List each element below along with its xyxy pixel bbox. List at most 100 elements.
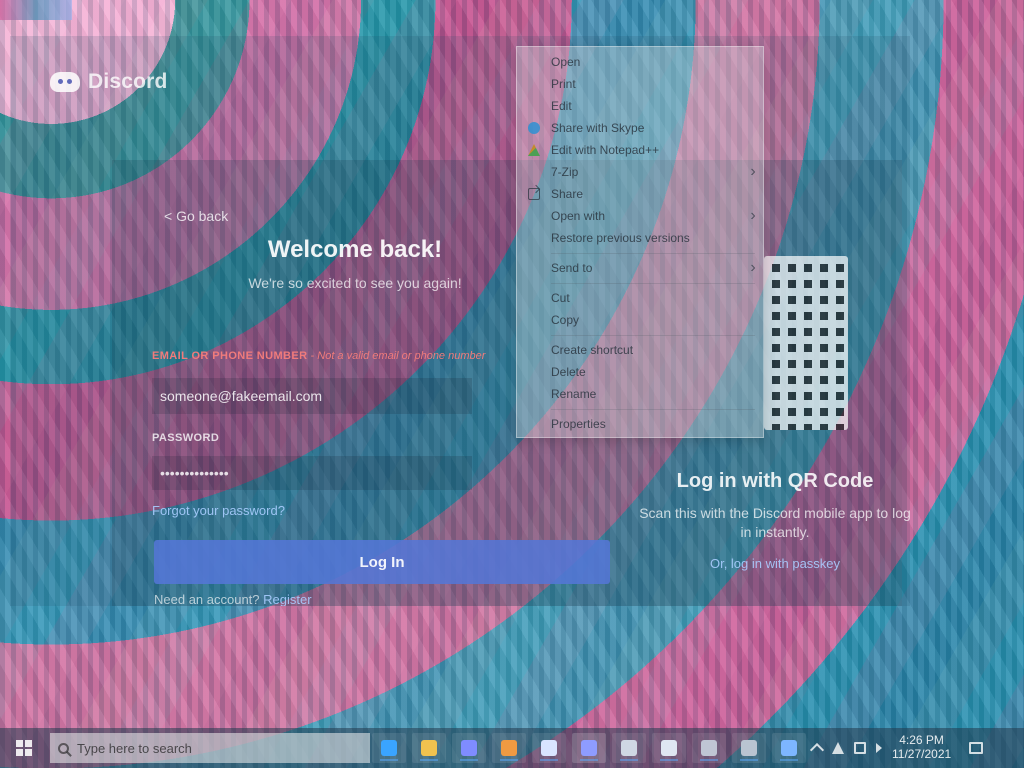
notepad-app-icon: [661, 740, 677, 756]
store-icon: [461, 740, 477, 756]
menu-item-share[interactable]: Share: [517, 183, 763, 205]
windows-icon-pane: [16, 740, 23, 747]
settings-icon: [741, 740, 757, 756]
chevron-right-icon: ›: [750, 259, 756, 276]
menu-item-cut[interactable]: Cut: [517, 287, 763, 309]
search-icon: [58, 742, 69, 754]
terminal-icon: [701, 740, 717, 756]
skype-icon-slot: [517, 122, 551, 134]
register-link[interactable]: Register: [263, 592, 311, 606]
taskbar-app-11[interactable]: [772, 733, 806, 763]
menu-item-send-to[interactable]: Send to ›: [517, 257, 763, 279]
taskbar-app-discord[interactable]: [572, 733, 606, 763]
app-icon: [781, 740, 797, 756]
taskbar: Type here to search 4:26 PM 11/27/2021: [0, 728, 1024, 768]
discord-logo: Discord: [50, 70, 168, 94]
qr-description: Scan this with the Discord mobile app to…: [639, 505, 910, 540]
menu-label: 7-Zip: [551, 165, 579, 179]
menu-item-properties[interactable]: Properties: [517, 413, 763, 435]
taskbar-app-paint[interactable]: [492, 733, 526, 763]
password-label: PASSWORD: [152, 432, 220, 444]
clock-date: 11/27/2021: [892, 747, 952, 761]
menu-item-delete[interactable]: Delete: [517, 361, 763, 383]
menu-item-7zip[interactable]: 7-Zip ›: [517, 161, 763, 183]
discord-window: Discord < Go back Welcome back! We're so…: [10, 36, 910, 606]
taskbar-search[interactable]: Type here to search: [50, 733, 370, 763]
menu-item-rename[interactable]: Rename: [517, 383, 763, 405]
register-prefix: Need an account?: [154, 592, 264, 606]
discord-icon: [50, 72, 80, 92]
edge-icon: [381, 740, 397, 756]
chevron-up-icon[interactable]: [809, 742, 825, 758]
unity-icon: [621, 740, 637, 756]
menu-label: Rename: [551, 387, 597, 401]
go-back-button[interactable]: < Go back: [164, 208, 228, 224]
taskbar-app-photos[interactable]: [532, 733, 566, 763]
windows-icon-pane: [25, 749, 32, 756]
menu-item-open-with[interactable]: Open with ›: [517, 205, 763, 227]
qr-title: Log in with QR Code: [676, 470, 874, 492]
email-label: EMAIL OR PHONE NUMBER - Not a valid emai…: [152, 350, 485, 362]
share-icon: [528, 188, 540, 200]
menu-label: Open: [551, 55, 581, 69]
context-menu: Open Print Edit Share with Skype Edit wi…: [516, 46, 764, 438]
menu-separator: [551, 253, 755, 254]
chevron-right-icon: ›: [750, 207, 756, 224]
folder-icon: [421, 740, 437, 756]
forgot-password-link[interactable]: Forgot your password?: [152, 503, 285, 518]
register-text: Need an account? Register: [154, 592, 312, 606]
menu-item-open[interactable]: Open: [517, 51, 763, 73]
menu-label: Send to: [551, 261, 593, 275]
menu-label: Edit: [551, 99, 572, 113]
taskbar-app-notepad[interactable]: [652, 733, 686, 763]
menu-label: Share: [551, 187, 584, 201]
discord-app-icon: [581, 740, 597, 756]
speaker-icon[interactable]: [876, 743, 882, 753]
skype-icon: [528, 122, 540, 134]
taskbar-app-terminal[interactable]: [692, 733, 726, 763]
clock[interactable]: 4:26 PM 11/27/2021: [892, 733, 952, 762]
menu-label: Open with: [551, 209, 606, 223]
taskbar-app-store[interactable]: [452, 733, 486, 763]
notification-icon[interactable]: [969, 742, 984, 754]
photos-icon: [541, 740, 557, 756]
taskbar-app-edge[interactable]: [372, 733, 406, 763]
menu-label: Properties: [551, 417, 606, 431]
network-icon[interactable]: [832, 742, 844, 754]
menu-label: Restore previous versions: [551, 231, 690, 245]
menu-separator: [551, 409, 755, 410]
paint-icon: [501, 740, 517, 756]
monitor-icon[interactable]: [854, 742, 866, 754]
menu-label: Create shortcut: [551, 343, 634, 357]
menu-item-create-shortcut[interactable]: Create shortcut: [517, 339, 763, 361]
menu-item-restore-previous-versions[interactable]: Restore previous versions: [517, 227, 763, 249]
taskbar-apps: [372, 728, 806, 768]
menu-item-edit[interactable]: Edit: [517, 95, 763, 117]
password-field[interactable]: [152, 456, 472, 490]
title-bar-glitch: [0, 0, 72, 20]
menu-label: Delete: [551, 365, 586, 379]
email-label-text: EMAIL OR PHONE NUMBER: [152, 350, 308, 362]
discord-brand: Discord: [88, 70, 168, 93]
email-field[interactable]: [152, 378, 472, 414]
email-error: - Not a valid email or phone number: [307, 350, 486, 362]
share-icon-slot: [517, 188, 551, 200]
menu-label: Edit with Notepad++: [551, 143, 660, 157]
windows-icon-pane: [25, 740, 32, 747]
system-tray: 4:26 PM 11/27/2021: [809, 728, 984, 768]
menu-item-edit-with-notepad-plus-plus[interactable]: Edit with Notepad++: [517, 139, 763, 161]
menu-label: Cut: [551, 291, 570, 305]
menu-item-print[interactable]: Print: [517, 73, 763, 95]
windows-icon-pane: [16, 749, 23, 756]
taskbar-app-unity[interactable]: [612, 733, 646, 763]
login-button[interactable]: Log In: [154, 540, 610, 584]
qr-alt-login-link[interactable]: Or, log in with passkey: [700, 556, 850, 571]
menu-item-copy[interactable]: Copy: [517, 309, 763, 331]
start-button[interactable]: [0, 728, 48, 768]
qr-code: [764, 256, 848, 430]
taskbar-app-file-explorer[interactable]: [412, 733, 446, 763]
notepad-icon: [528, 144, 540, 156]
menu-item-share-with-skype[interactable]: Share with Skype: [517, 117, 763, 139]
clock-time: 4:26 PM: [899, 733, 944, 748]
taskbar-app-settings[interactable]: [732, 733, 766, 763]
